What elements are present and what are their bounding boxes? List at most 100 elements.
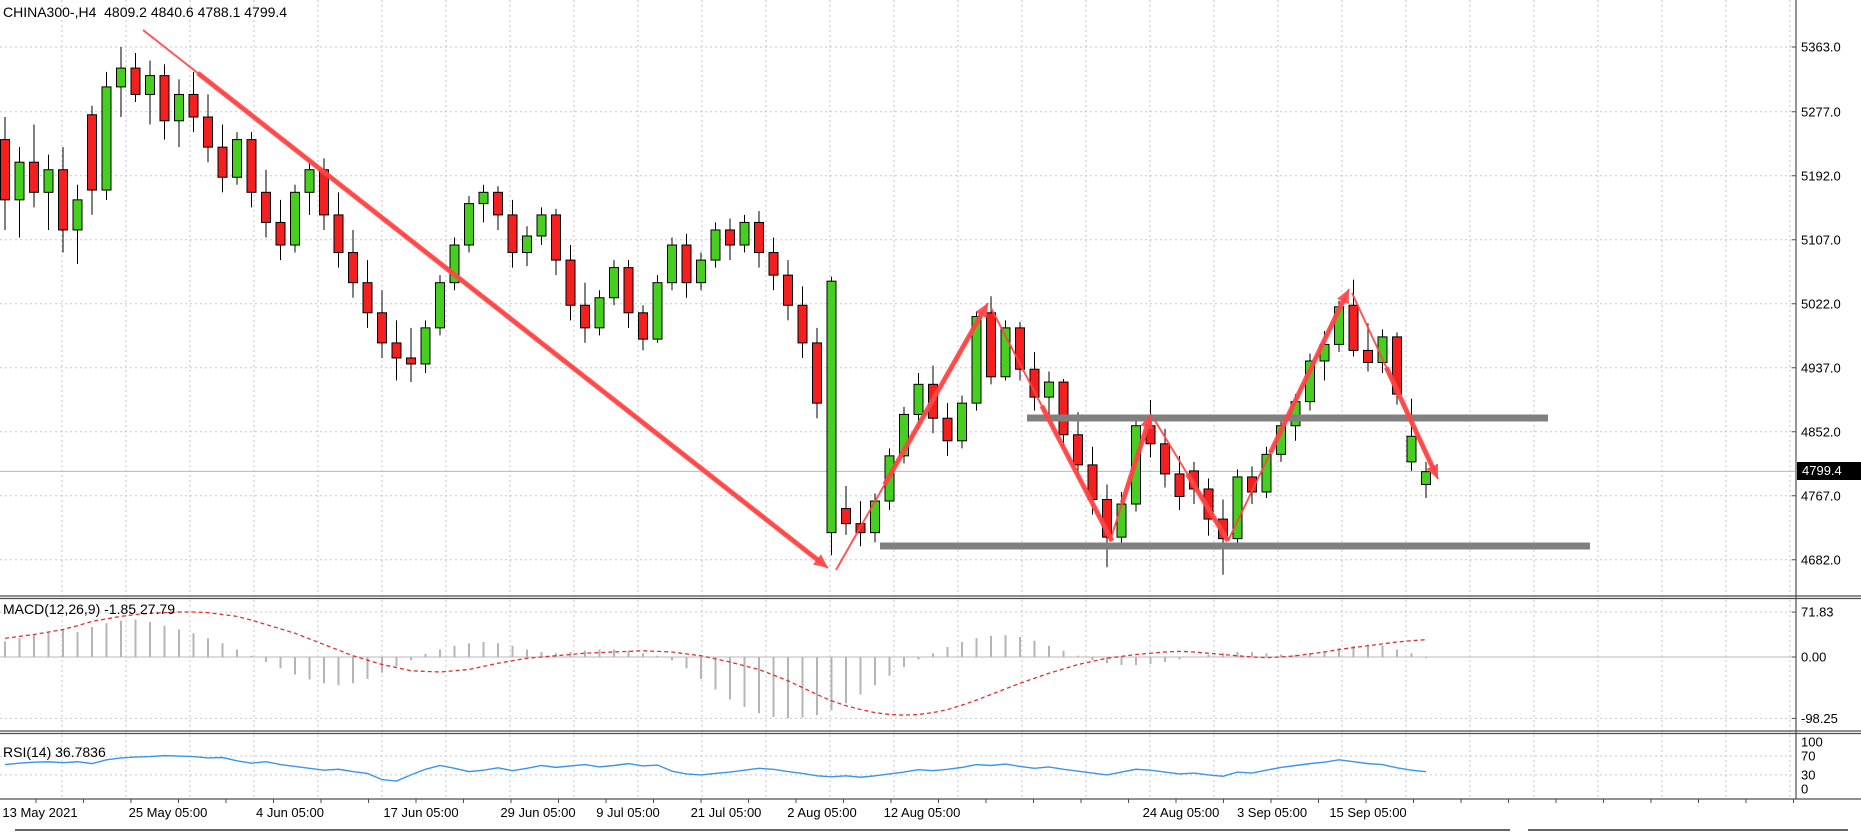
bear-candle bbox=[218, 147, 227, 177]
price-axis-label: 5192.0 bbox=[1801, 168, 1841, 183]
bear-candle bbox=[639, 313, 648, 339]
bear-candle bbox=[378, 313, 387, 343]
rsi-axis-label: 0 bbox=[1801, 782, 1808, 797]
bear-candle bbox=[624, 268, 633, 313]
bear-candle bbox=[1349, 305, 1358, 350]
bull-candle bbox=[697, 260, 706, 283]
bull-candle bbox=[537, 215, 546, 236]
bear-candle bbox=[842, 509, 851, 524]
bear-candle bbox=[160, 76, 169, 121]
time-axis-label: 3 Sep 05:00 bbox=[1237, 805, 1307, 820]
bull-candle bbox=[1422, 472, 1431, 485]
chart-title-ohlc: CHINA300-,H4 4809.2 4840.6 4788.1 4799.4 bbox=[3, 4, 287, 20]
time-axis-label: 17 Jun 05:00 bbox=[383, 805, 458, 820]
price-axis-label: 5107.0 bbox=[1801, 232, 1841, 247]
bear-candle bbox=[407, 358, 416, 364]
bear-candle bbox=[392, 343, 401, 358]
bull-candle bbox=[914, 384, 923, 414]
bull-candle bbox=[73, 200, 82, 230]
bull-candle bbox=[827, 281, 836, 532]
bear-candle bbox=[508, 215, 517, 253]
bear-candle bbox=[1175, 474, 1184, 497]
price-axis-label: 4767.0 bbox=[1801, 488, 1841, 503]
bull-candle bbox=[465, 204, 474, 245]
bear-candle bbox=[349, 253, 358, 283]
time-axis-label: 29 Jun 05:00 bbox=[500, 805, 575, 820]
bear-candle bbox=[189, 94, 198, 117]
bull-candle bbox=[523, 236, 532, 253]
bear-candle bbox=[784, 275, 793, 305]
bull-candle bbox=[711, 230, 720, 260]
chart-canvas[interactable]: 5363.0 5277.0 5192.0 5107.0 5022.0 4937.0 4852… bbox=[0, 0, 1861, 836]
bear-candle bbox=[59, 170, 68, 230]
bear-candle bbox=[363, 283, 372, 313]
bull-candle bbox=[146, 76, 155, 95]
bear-candle bbox=[813, 343, 822, 403]
rsi-axis-label: 100 bbox=[1801, 735, 1823, 750]
rsi-axis-label: 70 bbox=[1801, 749, 1815, 764]
price-axis-label: 4852.0 bbox=[1801, 424, 1841, 439]
bear-candle bbox=[494, 192, 503, 215]
bull-candle bbox=[233, 140, 242, 178]
bear-candle bbox=[276, 222, 285, 245]
bear-candle bbox=[204, 117, 213, 147]
bull-candle bbox=[1407, 436, 1416, 462]
bear-candle bbox=[1, 140, 10, 200]
bull-candle bbox=[175, 94, 184, 120]
macd-axis-label: -98.25 bbox=[1801, 711, 1838, 726]
bull-candle bbox=[305, 170, 314, 193]
bear-candle bbox=[1364, 350, 1373, 362]
bear-candle bbox=[1161, 444, 1170, 474]
time-axis-label: 4 Jun 05:00 bbox=[256, 805, 324, 820]
price-axis-label: 5022.0 bbox=[1801, 296, 1841, 311]
macd-axis-label: 71.83 bbox=[1801, 605, 1834, 620]
current-price-tag: 4799.4 bbox=[1797, 462, 1861, 480]
macd-axis-label: 0.00 bbox=[1801, 650, 1826, 665]
bear-candle bbox=[769, 253, 778, 276]
bull-candle bbox=[1045, 382, 1054, 397]
bull-candle bbox=[595, 298, 604, 328]
bear-candle bbox=[131, 68, 140, 94]
bull-candle bbox=[291, 192, 300, 245]
bull-candle bbox=[1117, 504, 1126, 537]
time-axis-label: 9 Jul 05:00 bbox=[596, 805, 660, 820]
bear-candle bbox=[755, 222, 764, 252]
bull-candle bbox=[421, 328, 430, 364]
bear-candle bbox=[30, 162, 39, 192]
rsi-axis-label: 30 bbox=[1801, 767, 1815, 782]
bull-candle bbox=[436, 283, 445, 328]
time-axis-label: 25 May 05:00 bbox=[129, 805, 208, 820]
bull-candle bbox=[15, 162, 24, 200]
mt4-chart-window: 5363.0 5277.0 5192.0 5107.0 5022.0 4937.0 4852… bbox=[0, 0, 1861, 836]
time-axis-label: 12 Aug 05:00 bbox=[884, 805, 961, 820]
bear-candle bbox=[581, 305, 590, 328]
bear-candle bbox=[726, 230, 735, 245]
bear-candle bbox=[566, 260, 575, 305]
bull-candle bbox=[958, 403, 967, 441]
bull-candle bbox=[668, 245, 677, 283]
bull-candle bbox=[653, 283, 662, 339]
bull-candle bbox=[479, 192, 488, 203]
bear-candle bbox=[1059, 382, 1068, 435]
time-axis-label: 13 May 2021 bbox=[2, 805, 77, 820]
price-axis-label: 5363.0 bbox=[1801, 40, 1841, 55]
time-axis-label: 24 Aug 05:00 bbox=[1143, 805, 1220, 820]
bear-candle bbox=[334, 215, 343, 253]
bear-candle bbox=[943, 418, 952, 441]
bull-candle bbox=[610, 268, 619, 298]
price-axis-label: 5277.0 bbox=[1801, 104, 1841, 119]
chart-svg: 5363.0 5277.0 5192.0 5107.0 5022.0 4937.0 4852… bbox=[0, 0, 1861, 836]
bear-candle bbox=[798, 305, 807, 343]
bull-candle bbox=[740, 222, 749, 245]
bear-candle bbox=[552, 215, 561, 260]
bear-candle bbox=[682, 245, 691, 283]
price-axis-label: 4682.0 bbox=[1801, 552, 1841, 567]
price-axis-label: 4937.0 bbox=[1801, 360, 1841, 375]
bull-candle bbox=[102, 87, 111, 190]
bull-candle bbox=[44, 170, 53, 193]
bear-candle bbox=[987, 313, 996, 377]
bear-candle bbox=[88, 115, 97, 190]
bear-candle bbox=[247, 140, 256, 193]
bear-candle bbox=[1074, 435, 1083, 465]
macd-indicator-label: MACD(12,26,9) -1.85 27.79 bbox=[3, 601, 175, 617]
